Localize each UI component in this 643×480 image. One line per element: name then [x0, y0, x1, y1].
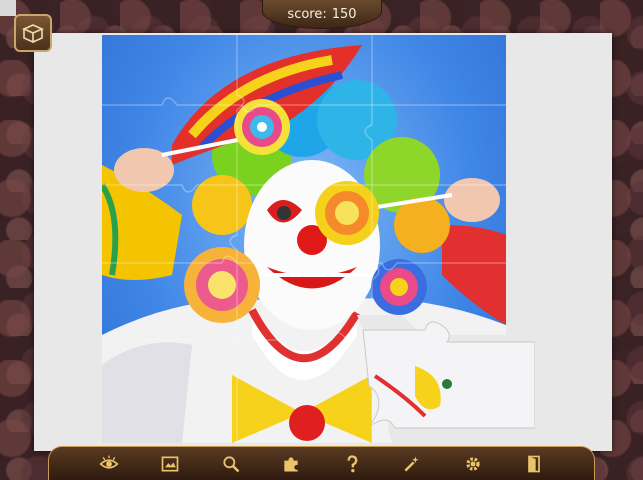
hint-button[interactable] — [340, 452, 364, 476]
score-value: 150 — [331, 6, 357, 22]
exit-button[interactable] — [522, 452, 546, 476]
show-picture-button[interactable] — [158, 452, 182, 476]
show-edges-button[interactable] — [97, 452, 121, 476]
zoom-button[interactable] — [219, 452, 243, 476]
sort-pieces-button[interactable] — [279, 452, 303, 476]
score-display: score: 150 — [262, 0, 382, 29]
gear-icon — [466, 456, 480, 471]
score-label: score: — [287, 6, 327, 22]
box-icon — [22, 24, 44, 44]
loose-puzzle-piece[interactable] — [355, 316, 535, 434]
magnifier-icon — [222, 455, 239, 472]
eye-icon — [99, 455, 119, 469]
auto-place-button[interactable] — [400, 452, 424, 476]
window-corner — [0, 0, 16, 16]
magic-wand-icon — [404, 456, 420, 472]
bottom-toolbar — [48, 446, 595, 480]
pieces-box-button[interactable] — [14, 14, 52, 52]
picture-icon — [161, 456, 179, 471]
puzzle-piece-icon — [284, 456, 298, 471]
settings-button[interactable] — [461, 452, 485, 476]
door-icon — [527, 455, 540, 472]
question-icon — [347, 454, 358, 472]
